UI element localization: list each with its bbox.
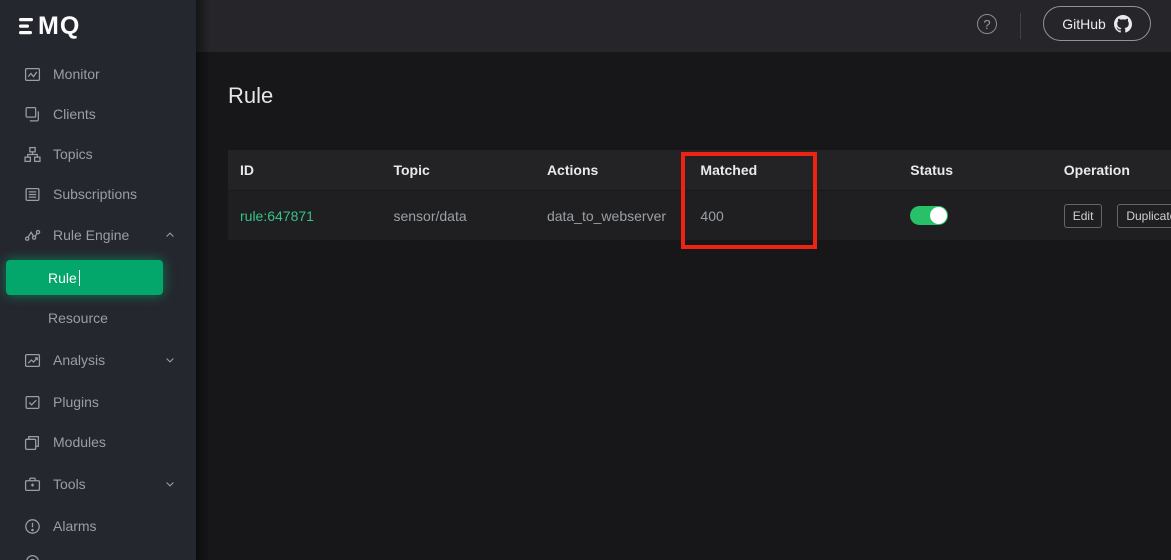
table-row: rule:647871 sensor/data data_to_webserve… — [228, 191, 1171, 240]
plugins-icon — [24, 394, 41, 411]
text-caret — [79, 270, 81, 286]
sidebar-item-label: Tools — [53, 476, 86, 492]
rule-table: ID Topic Actions Matched Status Operatio… — [228, 150, 1171, 240]
sidebar-item-label: Alarms — [53, 518, 97, 534]
sidebar-item-rule-engine[interactable]: Rule Engine — [0, 215, 196, 255]
column-header-matched: Matched — [688, 162, 898, 178]
rule-id-link[interactable]: rule:647871 — [240, 208, 314, 224]
sidebar-item-label: Subscriptions — [53, 186, 137, 202]
rule-engine-icon — [24, 227, 41, 244]
sidebar-item-plugins[interactable]: Plugins — [0, 382, 196, 422]
sidebar-item-tools[interactable]: Tools — [0, 464, 196, 504]
sidebar: MQ Monitor Clients Topics Subscriptions — [0, 0, 196, 560]
subscriptions-icon — [24, 186, 41, 203]
sidebar-item-subscriptions[interactable]: Subscriptions — [0, 174, 196, 214]
page-title: Rule — [228, 83, 273, 109]
status-toggle[interactable] — [910, 206, 948, 225]
column-header-operation: Operation — [1052, 162, 1171, 178]
monitor-icon — [24, 66, 41, 83]
edit-button[interactable]: Edit — [1064, 204, 1103, 228]
logo-text: MQ — [38, 12, 80, 41]
github-icon — [1114, 15, 1132, 33]
sidebar-item-label: Topics — [53, 146, 93, 162]
rule-matched-count: 400 — [688, 208, 898, 224]
column-header-actions: Actions — [535, 162, 688, 178]
sidebar-item-label: Plugins — [53, 394, 99, 410]
chevron-down-icon — [164, 354, 176, 366]
toggle-knob — [930, 207, 947, 224]
column-header-topic: Topic — [381, 162, 534, 178]
sidebar-shadow — [196, 0, 210, 560]
chevron-up-icon — [164, 229, 176, 241]
sidebar-item-analysis[interactable]: Analysis — [0, 340, 196, 380]
sidebar-item-label: Monitor — [53, 66, 100, 82]
tools-icon — [24, 476, 41, 493]
sidebar-item-label: Modules — [53, 434, 106, 450]
modules-icon — [24, 434, 41, 451]
sidebar-item-monitor[interactable]: Monitor — [0, 54, 196, 94]
sidebar-item-modules[interactable]: Modules — [0, 422, 196, 462]
column-header-status: Status — [898, 162, 1051, 178]
sidebar-item-clients[interactable]: Clients — [0, 94, 196, 134]
sidebar-item-resource[interactable]: Resource — [0, 298, 196, 338]
topics-icon — [24, 146, 41, 163]
analysis-icon — [24, 352, 41, 369]
sidebar-item-label: Clients — [53, 106, 96, 122]
topbar-divider — [1020, 13, 1021, 39]
rule-actions: data_to_webserver — [535, 208, 688, 224]
sidebar-item-topics[interactable]: Topics — [0, 134, 196, 174]
topbar — [196, 0, 1171, 52]
clients-icon — [24, 106, 41, 123]
github-button[interactable]: GitHub — [1043, 6, 1151, 41]
table-header-row: ID Topic Actions Matched Status Operatio… — [228, 150, 1171, 191]
duplicate-button[interactable]: Duplicate — [1117, 204, 1171, 228]
column-header-id: ID — [228, 162, 381, 178]
emq-logo[interactable]: MQ — [19, 12, 80, 41]
alarms-icon — [24, 518, 41, 535]
sidebar-item-label: Rule — [48, 270, 77, 286]
sidebar-item-label: Rule Engine — [53, 227, 129, 243]
emqx-dashboard: ? GitHub MQ Monitor — [0, 0, 1171, 560]
sidebar-item-alarms[interactable]: Alarms — [0, 506, 196, 546]
sidebar-item-label: Analysis — [53, 352, 105, 368]
help-icon[interactable]: ? — [977, 14, 997, 34]
sidebar-item-rule[interactable]: Rule — [6, 260, 163, 295]
github-button-label: GitHub — [1062, 16, 1106, 32]
chevron-down-icon — [164, 478, 176, 490]
emq-logo-bars-icon — [19, 18, 34, 35]
rule-topic: sensor/data — [381, 208, 534, 224]
sidebar-item-label: Resource — [48, 310, 108, 326]
settings-icon-partial[interactable] — [24, 553, 41, 560]
